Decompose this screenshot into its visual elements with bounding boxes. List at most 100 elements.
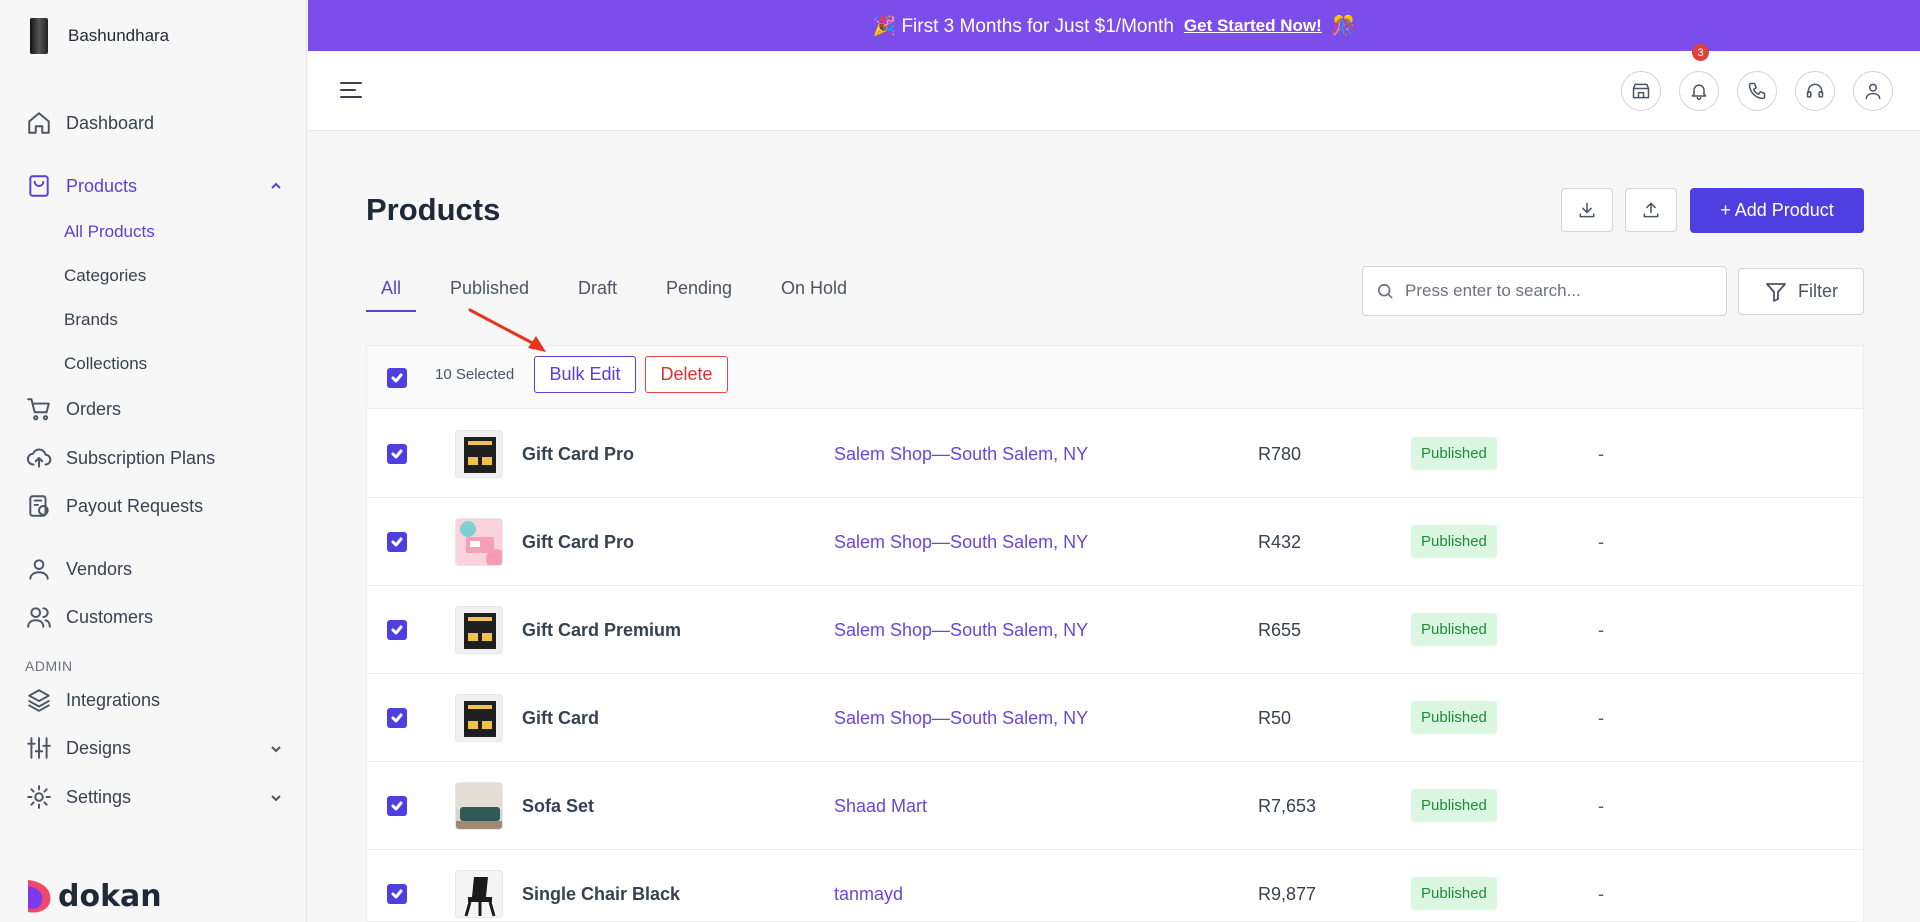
row-extra: - bbox=[1598, 444, 1604, 464]
search-input[interactable] bbox=[1405, 281, 1705, 301]
row-checkbox[interactable] bbox=[387, 708, 407, 728]
support-button[interactable] bbox=[1795, 71, 1835, 111]
gear-icon bbox=[27, 785, 51, 809]
check-icon bbox=[391, 801, 403, 811]
check-icon bbox=[391, 449, 403, 459]
sidebar-item-products[interactable]: Products bbox=[26, 173, 137, 199]
section-label-admin: ADMIN bbox=[25, 658, 73, 674]
selected-count: 10 Selected bbox=[435, 366, 515, 383]
search-icon bbox=[1377, 283, 1393, 299]
store-button[interactable] bbox=[1621, 71, 1661, 111]
store-switcher[interactable]: Bashundhara bbox=[30, 18, 169, 54]
store-icon bbox=[1632, 83, 1650, 99]
sidebar-item-customers[interactable]: Customers bbox=[26, 604, 153, 630]
row-checkbox[interactable] bbox=[387, 620, 407, 640]
vendor-link[interactable]: Shaad Mart bbox=[834, 796, 927, 817]
product-name[interactable]: Gift Card Pro bbox=[522, 532, 634, 553]
row-extra: - bbox=[1598, 884, 1604, 904]
product-price: R432 bbox=[1258, 532, 1302, 552]
profile-button[interactable] bbox=[1853, 71, 1893, 111]
product-name[interactable]: Gift Card Pro bbox=[522, 444, 634, 465]
product-thumbnail bbox=[455, 606, 503, 654]
active-tab-indicator bbox=[366, 310, 416, 312]
table-row[interactable]: Gift Card Salem Shop—South Salem, NY R50… bbox=[367, 674, 1863, 762]
bell-icon bbox=[1691, 84, 1707, 101]
table-row[interactable]: Gift Card Pro Salem Shop—South Salem, NY… bbox=[367, 498, 1863, 586]
tab-draft[interactable]: Draft bbox=[578, 278, 617, 299]
home-icon bbox=[28, 112, 50, 134]
status-badge: Published bbox=[1411, 437, 1497, 470]
sidebar-item-payout-requests[interactable]: Payout Requests bbox=[26, 493, 203, 519]
row-checkbox[interactable] bbox=[387, 796, 407, 816]
tab-on-hold[interactable]: On Hold bbox=[781, 278, 847, 299]
row-extra: - bbox=[1598, 708, 1604, 728]
promo-cta-link[interactable]: Get Started Now! bbox=[1184, 16, 1322, 36]
status-badge: Published bbox=[1411, 877, 1497, 910]
table-row[interactable]: Sofa Set Shaad Mart R7,653 Published - bbox=[367, 762, 1863, 850]
chevron-down-icon[interactable] bbox=[268, 741, 284, 757]
users-icon bbox=[27, 607, 51, 628]
tab-pending[interactable]: Pending bbox=[666, 278, 732, 299]
sidebar-item-all-products[interactable]: All Products bbox=[64, 222, 155, 242]
chevron-down-icon[interactable] bbox=[268, 790, 284, 806]
user-icon bbox=[1865, 83, 1881, 100]
sidebar-item-categories[interactable]: Categories bbox=[64, 266, 146, 286]
promo-banner: 🎉 First 3 Months for Just $1/Month Get S… bbox=[308, 0, 1920, 51]
sidebar-item-designs[interactable]: Designs bbox=[26, 735, 131, 761]
payout-icon bbox=[29, 495, 49, 517]
sidebar-item-vendors[interactable]: Vendors bbox=[26, 556, 132, 582]
bulk-edit-button[interactable]: Bulk Edit bbox=[534, 356, 636, 393]
filter-button[interactable]: Filter bbox=[1738, 268, 1864, 315]
phone-button[interactable] bbox=[1737, 71, 1777, 111]
check-icon bbox=[391, 537, 403, 547]
tab-all[interactable]: All bbox=[381, 278, 401, 299]
check-icon bbox=[391, 373, 403, 383]
vendor-link[interactable]: Salem Shop—South Salem, NY bbox=[834, 620, 1088, 641]
product-thumbnail bbox=[455, 430, 503, 478]
promo-trail: 🎊 bbox=[1331, 15, 1356, 37]
table-row[interactable]: Gift Card Premium Salem Shop—South Salem… bbox=[367, 586, 1863, 674]
status-badge: Published bbox=[1411, 789, 1497, 822]
add-product-button[interactable]: + Add Product bbox=[1690, 188, 1864, 233]
table-row[interactable]: Gift Card Pro Salem Shop—South Salem, NY… bbox=[367, 410, 1863, 498]
sidebar-item-subscription-plans[interactable]: Subscription Plans bbox=[26, 445, 215, 471]
chevron-up-icon[interactable] bbox=[268, 178, 284, 194]
product-thumbnail bbox=[455, 782, 503, 830]
product-price: R655 bbox=[1258, 620, 1302, 640]
vendor-link[interactable]: Salem Shop—South Salem, NY bbox=[834, 444, 1088, 465]
sidebar-item-settings[interactable]: Settings bbox=[26, 784, 131, 810]
product-name[interactable]: Single Chair Black bbox=[522, 884, 680, 905]
vendor-link[interactable]: Salem Shop—South Salem, NY bbox=[834, 532, 1088, 553]
export-button[interactable] bbox=[1625, 188, 1677, 232]
status-badge: Published bbox=[1411, 525, 1497, 558]
vendor-link[interactable]: Salem Shop—South Salem, NY bbox=[834, 708, 1088, 729]
check-icon bbox=[391, 889, 403, 899]
sidebar-item-dashboard[interactable]: Dashboard bbox=[26, 110, 154, 136]
sidebar-item-integrations[interactable]: Integrations bbox=[26, 687, 160, 713]
sidebar-item-brands[interactable]: Brands bbox=[64, 310, 118, 330]
filter-icon bbox=[1766, 282, 1786, 302]
import-button[interactable] bbox=[1561, 188, 1613, 232]
sidebar-item-collections[interactable]: Collections bbox=[64, 354, 147, 374]
product-name[interactable]: Gift Card bbox=[522, 708, 599, 729]
row-checkbox[interactable] bbox=[387, 884, 407, 904]
product-price: R9,877 bbox=[1258, 884, 1317, 904]
sidebar-item-orders[interactable]: Orders bbox=[26, 396, 121, 422]
product-price: R7,653 bbox=[1258, 796, 1317, 816]
notifications-button[interactable]: 3 bbox=[1679, 44, 1719, 111]
product-thumbnail bbox=[455, 518, 503, 566]
page-title: Products bbox=[366, 192, 501, 227]
product-name[interactable]: Gift Card Premium bbox=[522, 620, 681, 641]
table-row[interactable]: Single Chair Black tanmayd R9,877 Publis… bbox=[367, 850, 1863, 922]
delete-button[interactable]: Delete bbox=[645, 356, 728, 393]
hamburger-menu-icon[interactable] bbox=[340, 81, 362, 99]
row-checkbox[interactable] bbox=[387, 444, 407, 464]
row-checkbox[interactable] bbox=[387, 532, 407, 552]
product-name[interactable]: Sofa Set bbox=[522, 796, 594, 817]
select-all-checkbox[interactable] bbox=[387, 368, 407, 388]
user-icon bbox=[29, 559, 49, 580]
notification-badge: 3 bbox=[1692, 44, 1709, 61]
vendor-link[interactable]: tanmayd bbox=[834, 884, 903, 905]
dokan-logo: dokan bbox=[24, 878, 162, 914]
tab-published[interactable]: Published bbox=[450, 278, 529, 299]
